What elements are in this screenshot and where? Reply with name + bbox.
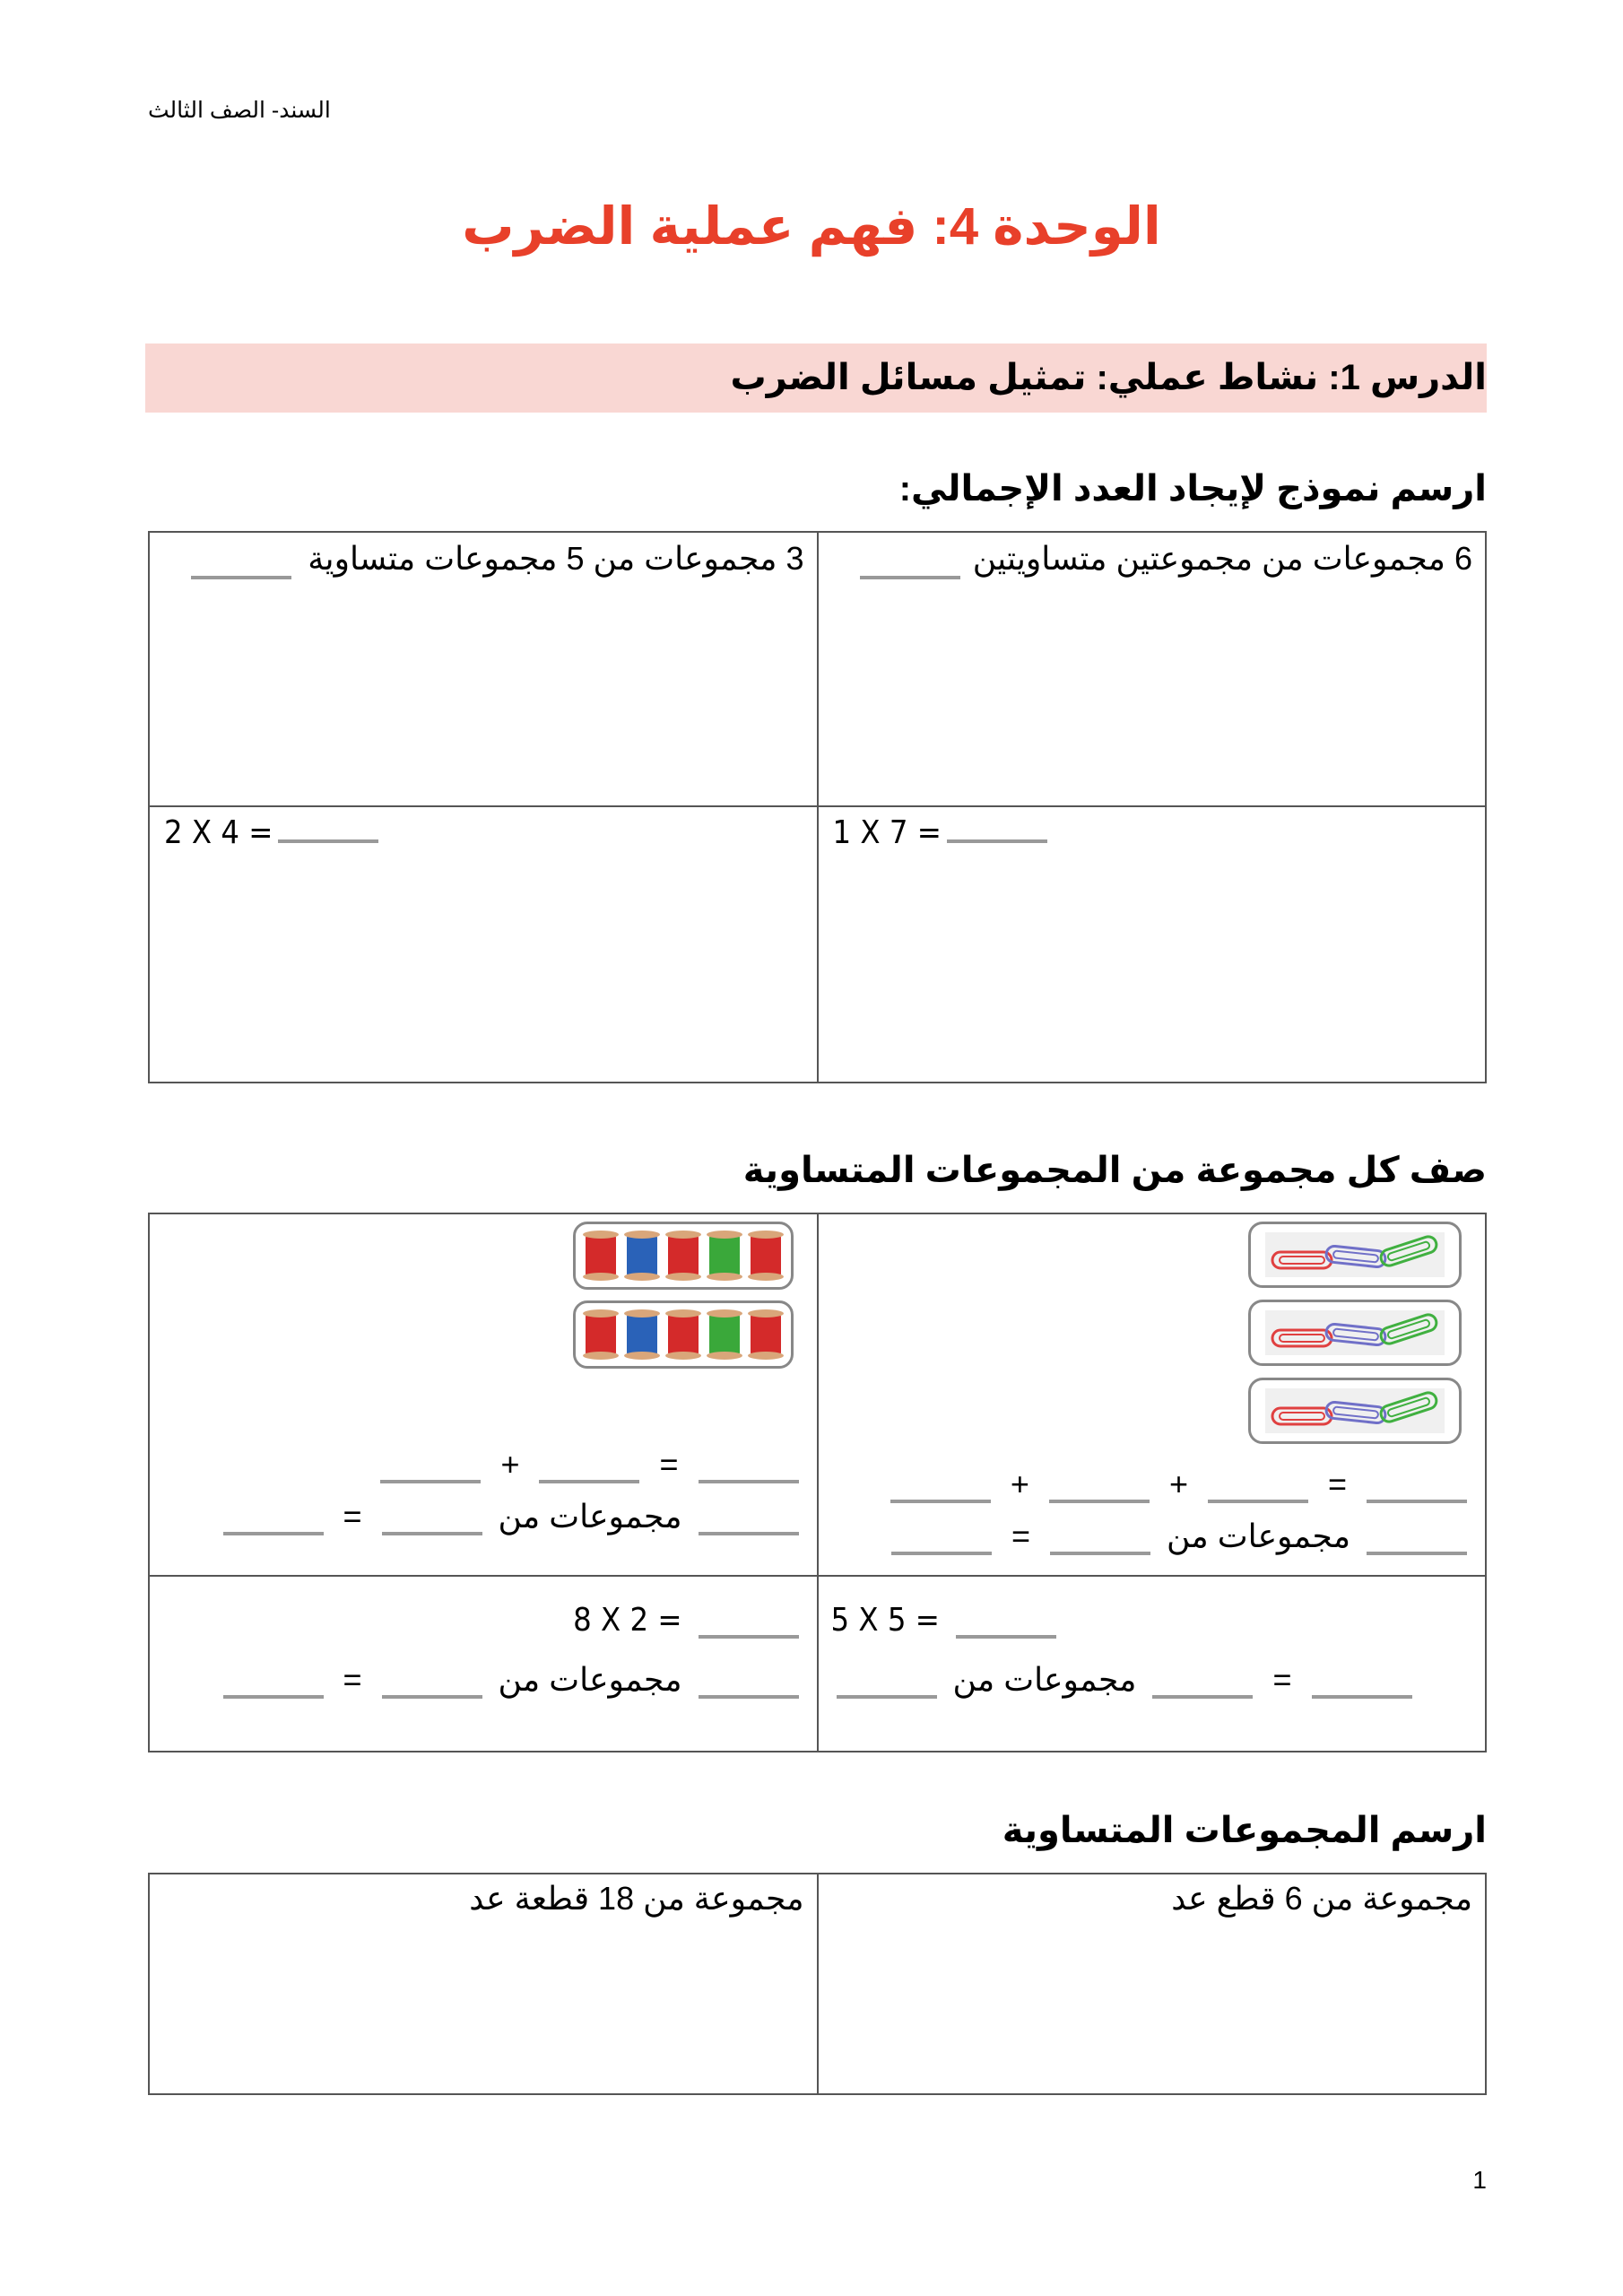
answer-blank[interactable] [1050,1526,1151,1555]
section2-table: = + مجموعات من = = + + مجموعات من = 8 X … [148,1213,1487,1752]
equation-1x7: 1 X 7 = [833,814,1053,851]
thread-spool-icon [623,1309,660,1360]
answer-blank[interactable] [1048,1474,1150,1503]
cell-2x4[interactable]: 2 X 4 = [148,805,819,1083]
answer-blank[interactable] [891,1526,992,1555]
paperclip-group [1248,1378,1462,1444]
cell-prompt: مجموعة من 18 قطعة عد [469,1880,804,1917]
paperclip-chain-icon [1265,1232,1445,1277]
equation-text: 5 X 5 = [830,1602,940,1639]
header-note: السند- الصف الثالث [148,98,331,123]
cell-group-of-6[interactable]: مجموعة من 6 قطع عد [816,1873,1487,2095]
answer-blank[interactable] [698,1455,799,1483]
groups-of-label: مجموعات من [1167,1518,1350,1554]
answer-blank[interactable] [836,1670,937,1699]
cell-prompt: مجموعة من 6 قطع عد [1171,1880,1472,1917]
answer-blank[interactable] [698,1507,799,1535]
equals-sign: = [343,1498,362,1535]
section1-title: ارسم نموذج لإيجاد العدد الإجمالي: [898,469,1487,509]
answer-blank[interactable] [890,1474,991,1503]
addition-line: = + [375,1446,803,1483]
thread-spool-icon [706,1309,742,1360]
cell-paperclips[interactable]: = + + مجموعات من = [816,1213,1487,1577]
answer-blank[interactable] [222,1507,324,1535]
equals-sign: = [659,1446,679,1483]
answer-blank[interactable] [698,1670,799,1699]
answer-blank[interactable] [698,1610,799,1639]
section1-table: 3 مجموعات من 5 مجموعات متساوية 6 مجموعات… [148,531,1487,1083]
groups-of-line: مجموعات من = [886,1518,1472,1555]
equals-sign: = [1327,1465,1347,1502]
groups-of-line: مجموعات من = [218,1498,804,1535]
thread-spool-icon [747,1309,784,1360]
answer-blank[interactable] [1311,1670,1412,1699]
thread-spool-icon [706,1231,742,1281]
paperclip-chain-icon [1265,1388,1445,1433]
answer-blank[interactable] [1152,1670,1254,1699]
answer-blank[interactable] [1207,1474,1308,1503]
answer-blank[interactable] [859,551,960,579]
cell-spools[interactable]: = + مجموعات من = [148,1213,819,1577]
groups-of-line: مجموعات من = [218,1661,804,1699]
section3-table: مجموعة من 18 قطعة عد مجموعة من 6 قطع عد [148,1873,1487,2095]
cell-prompt: 3 مجموعات من 5 مجموعات متساوية [308,540,804,577]
equals-sign: = [1272,1661,1292,1698]
cell-1x7[interactable]: 1 X 7 = [816,805,1487,1083]
equals-sign: = [343,1661,362,1698]
cell-prompt: 6 مجموعات من مجموعتين متساويتين [972,540,1472,577]
answer-blank[interactable] [946,814,1047,843]
answer-blank[interactable] [955,1610,1056,1639]
answer-blank[interactable] [381,1507,482,1535]
section2-title: صف كل مجموعة من المجموعات المتساوية [742,1151,1487,1190]
groups-of-label: مجموعات من [498,1498,682,1535]
groups-of-label: مجموعات من [952,1661,1137,1698]
answer-blank[interactable] [539,1455,640,1483]
cell-3-groups-of-5[interactable]: 3 مجموعات من 5 مجموعات متساوية [148,531,819,807]
paperclip-chain-icon [1265,1310,1445,1355]
thread-spool-icon [747,1231,784,1281]
plus-sign: + [1010,1465,1029,1502]
answer-blank[interactable] [381,1670,482,1699]
answer-blank[interactable] [222,1670,324,1699]
equation-2x4: 2 X 4 = [164,814,384,851]
page-number: 1 [1472,2166,1487,2194]
answer-blank[interactable] [1367,1474,1467,1503]
equation-text: 1 X 7 = [832,814,942,851]
cell-group-of-18[interactable]: مجموعة من 18 قطعة عد [148,1873,819,2095]
thread-spool-icon [582,1309,619,1360]
equation-8x2: 8 X 2 = [573,1602,803,1639]
equation-text: 8 X 2 = [573,1602,682,1639]
answer-blank[interactable] [380,1455,482,1483]
equation-text: 2 X 4 = [164,814,273,851]
answer-blank[interactable] [278,814,379,843]
addition-line: = + + [885,1465,1472,1503]
thread-spool-icon [582,1231,619,1281]
cell-8x2[interactable]: 8 X 2 = مجموعات من = [148,1575,819,1752]
lesson-title: الدرس 1: نشاط عملي: تمثيل مسائل الضرب [730,358,1487,397]
thread-spool-icon [623,1231,660,1281]
paperclip-group [1248,1222,1462,1288]
paperclip-group [1248,1300,1462,1366]
spool-group [572,1300,794,1369]
answer-blank[interactable] [191,551,291,579]
thread-spool-icon [664,1231,701,1281]
equals-sign: = [1011,1518,1031,1554]
plus-sign: + [500,1446,520,1483]
plus-sign: + [1168,1465,1188,1502]
thread-spool-icon [664,1309,701,1360]
unit-title: الوحدة 4: فهم عملية الضرب [462,197,1161,256]
groups-of-label: مجموعات من [498,1661,682,1698]
equation-5x5: 5 X 5 = [831,1602,1062,1639]
cell-5x5[interactable]: 5 X 5 = مجموعات من = [816,1575,1487,1752]
cell-6-groups-of-2[interactable]: 6 مجموعات من مجموعتين متساويتين [816,531,1487,807]
section3-title: ارسم المجموعات المتساوية [1002,1811,1487,1850]
groups-of-line: مجموعات من = [831,1661,1418,1699]
answer-blank[interactable] [1367,1526,1467,1555]
spool-group [572,1222,794,1290]
